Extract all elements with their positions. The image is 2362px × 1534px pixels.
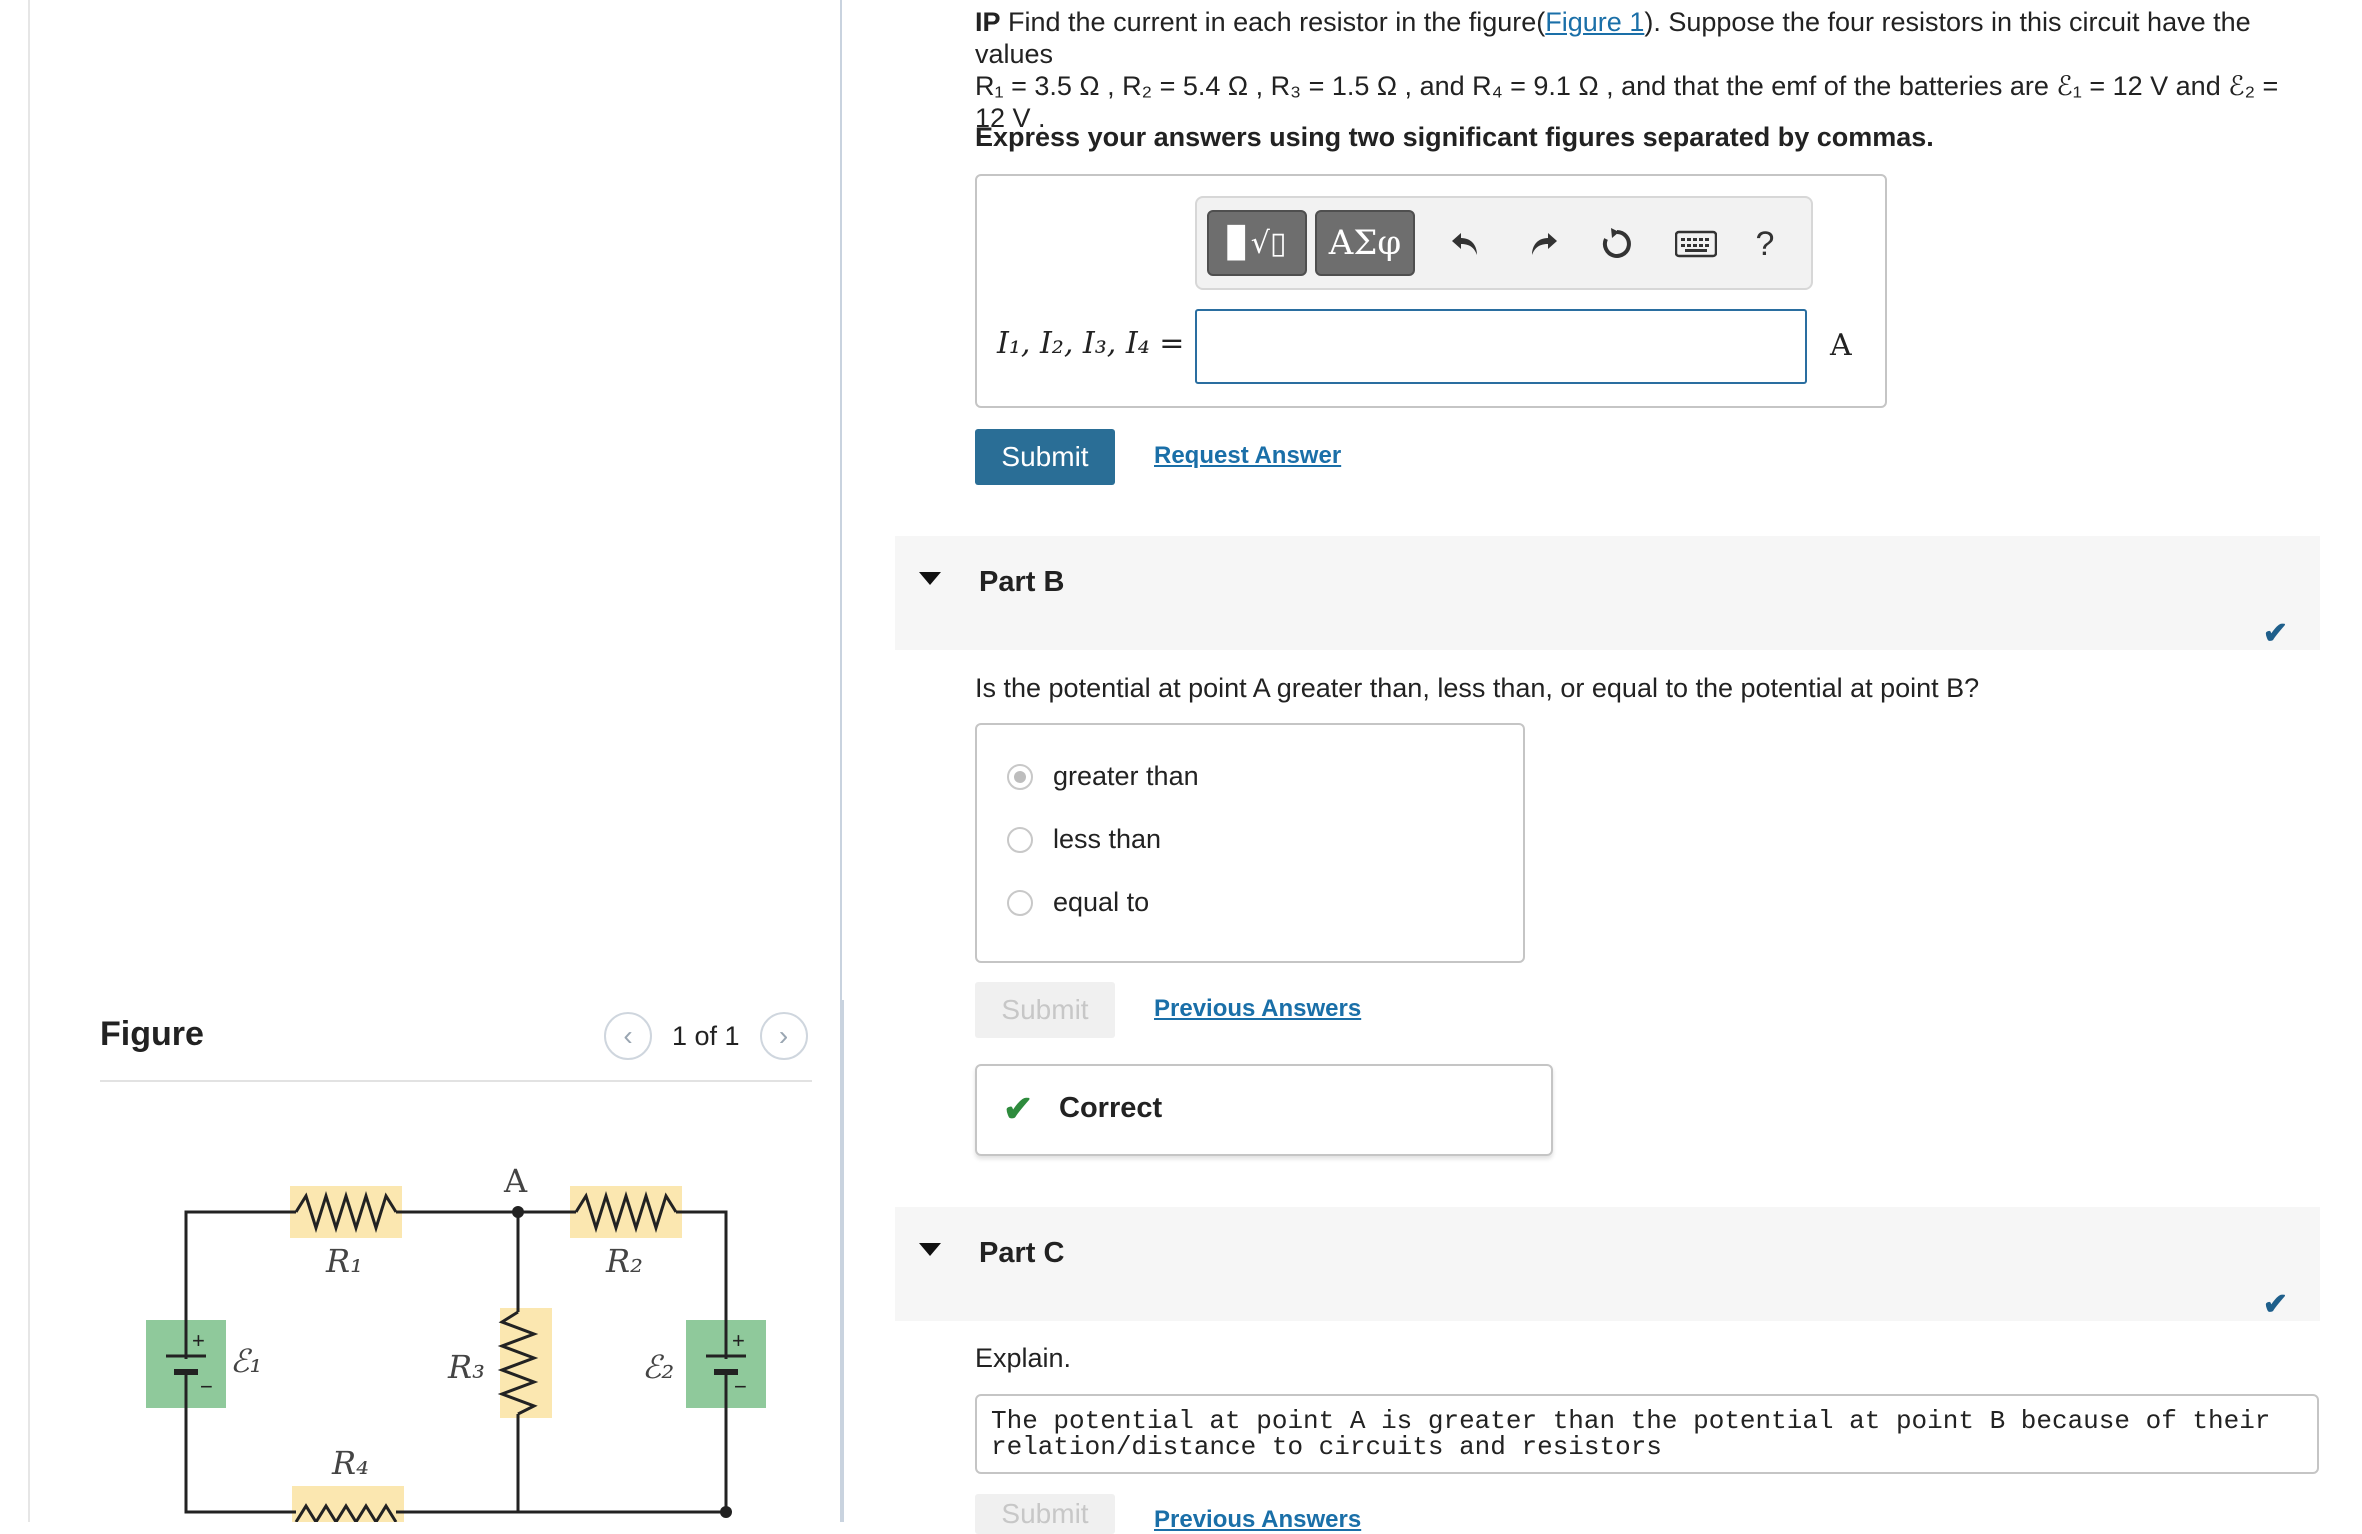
answer-label: I₁, I₂, I₃, I₄ = (997, 326, 1185, 361)
chevron-left-icon: ‹ (623, 1020, 633, 1051)
part-b-title: Part B (979, 566, 1065, 598)
battery-e1-gap (178, 1359, 194, 1369)
explanation-textarea[interactable]: The potential at point A is greater than… (975, 1394, 2319, 1474)
reset-icon[interactable] (1591, 218, 1643, 270)
node-bottom-right (720, 1506, 732, 1518)
problem-line-2: R₁ = 3.5 Ω , R₂ = 5.4 Ω , R₃ = 1.5 Ω , a… (975, 71, 2279, 101)
e1-plus: + (192, 1328, 205, 1353)
choice-group: greater than less than equal to (975, 723, 1525, 963)
submit-button[interactable]: Submit (975, 429, 1115, 485)
undo-icon[interactable] (1440, 218, 1492, 270)
math-toolbar: ▊√▯ ΑΣφ ? (1195, 196, 1813, 290)
feedback-correct: ✔ Correct (975, 1064, 1553, 1156)
answer-unit: A (1830, 328, 1852, 363)
left-border (28, 0, 30, 1522)
choice-greater-than[interactable]: greater than (1007, 761, 1199, 792)
radio-button[interactable] (1007, 889, 1033, 916)
circuit-diagram: R₁ R₂ R₃ R₄ ℰ₁ ℰ₂ A + − + − (146, 1162, 766, 1522)
help-button[interactable]: ? (1739, 218, 1791, 270)
problem-line-1: IP Find the current in each resistor in … (975, 6, 2305, 70)
radio-button[interactable] (1007, 763, 1033, 790)
label-a: A (503, 1162, 528, 1200)
feedback-label: Correct (1059, 1092, 1163, 1124)
part-b-header[interactable]: Part B ✔ (895, 536, 2320, 650)
part-c-header[interactable]: Part C ✔ (895, 1207, 2320, 1321)
e1-minus: − (200, 1374, 213, 1399)
explanation-line-2: relation/distance to circuits and resist… (991, 1432, 1662, 1462)
templates-button[interactable]: ▊√▯ (1207, 210, 1307, 276)
choice-label: greater than (1053, 761, 1199, 791)
collapse-caret-icon[interactable] (919, 572, 941, 585)
e2-minus: − (734, 1374, 747, 1399)
figure-link[interactable]: Figure 1 (1545, 7, 1644, 37)
choice-label: less than (1053, 824, 1162, 854)
label-e2: ℰ₂ (642, 1348, 674, 1386)
radio-button[interactable] (1007, 826, 1033, 853)
choice-equal-to[interactable]: equal to (1007, 887, 1149, 918)
problem-text-1: Find the current in each resistor in the… (1000, 7, 1546, 37)
submit-button-disabled: Submit (975, 982, 1115, 1038)
problem-statement: IP Find the current in each resistor in … (975, 6, 2305, 134)
figure-divider (100, 1080, 812, 1082)
problem-prefix: IP (975, 7, 1001, 37)
chevron-right-icon: › (778, 1020, 789, 1051)
instruction-text: Express your answers using two significa… (975, 122, 1934, 152)
choice-less-than[interactable]: less than (1007, 824, 1161, 855)
label-r3: R₃ (447, 1348, 485, 1386)
submit-button-disabled-c: Submit (975, 1494, 1115, 1534)
e2-plus: + (732, 1328, 745, 1353)
battery-e2-gap (718, 1359, 734, 1369)
r4-highlight (292, 1486, 404, 1522)
part-c-title: Part C (979, 1237, 1065, 1269)
label-r2: R₂ (605, 1242, 643, 1280)
collapse-caret-icon[interactable] (919, 1243, 941, 1256)
label-e1: ℰ₁ (230, 1342, 262, 1380)
part-c-question: Explain. (975, 1343, 1072, 1373)
greek-symbols-button[interactable]: ΑΣφ (1315, 210, 1415, 276)
pane-resize-handle[interactable] (840, 1000, 844, 1522)
pager-text: 1 of 1 (672, 1020, 740, 1051)
previous-figure-button[interactable]: ‹ (604, 1012, 652, 1060)
choice-label: equal to (1053, 887, 1150, 917)
wire-right-bottom (396, 1372, 728, 1514)
label-r4: R₄ (331, 1444, 369, 1482)
label-r1: R₁ (325, 1242, 363, 1280)
redo-icon[interactable] (1517, 218, 1569, 270)
part-b-question: Is the potential at point A greater than… (975, 673, 1980, 703)
node-a (512, 1206, 524, 1218)
correct-check-icon: ✔ (1003, 1088, 1034, 1129)
explanation-line-1: The potential at point A is greater than… (991, 1406, 2271, 1436)
request-answer-link[interactable]: Request Answer (1154, 442, 1341, 470)
previous-answers-link-c[interactable]: Previous Answers (1154, 1506, 1361, 1534)
completed-check-icon: ✔ (2262, 617, 2288, 650)
keyboard-icon[interactable] (1670, 218, 1722, 270)
next-figure-button[interactable]: › (759, 1012, 808, 1060)
figure-pager: ‹ 1 of 1 › (604, 1012, 808, 1060)
figure-title: Figure (100, 1015, 204, 1053)
completed-check-icon: ✔ (2262, 1288, 2288, 1321)
answer-input[interactable] (1195, 309, 1807, 384)
previous-answers-link[interactable]: Previous Answers (1154, 995, 1361, 1023)
